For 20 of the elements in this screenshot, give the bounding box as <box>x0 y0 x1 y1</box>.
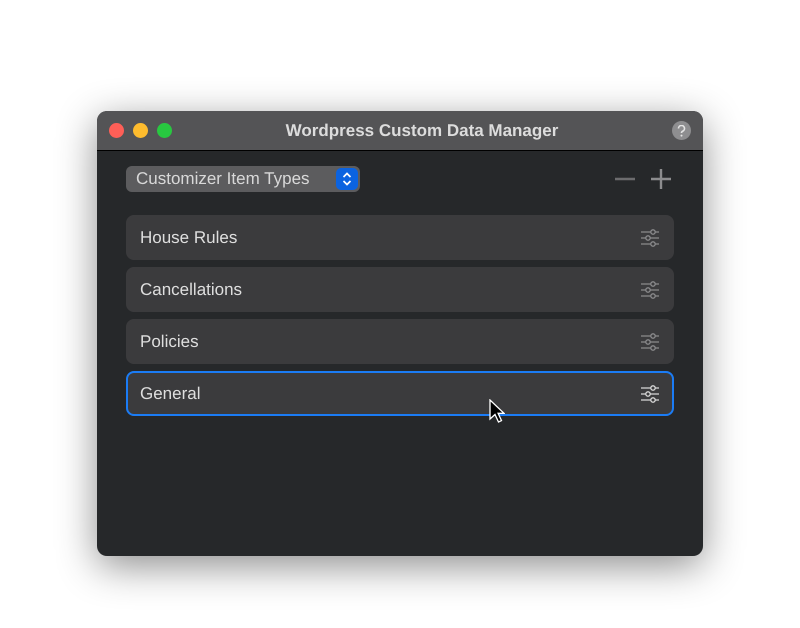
row-label: General <box>140 382 200 405</box>
row-label: House Rules <box>140 226 238 249</box>
help-icon[interactable] <box>672 121 691 140</box>
chevron-updown-icon <box>336 168 358 190</box>
row-label: Cancellations <box>140 278 242 301</box>
list-row[interactable]: Policies <box>126 319 674 364</box>
zoom-button[interactable] <box>157 123 172 138</box>
sliders-icon[interactable] <box>640 280 660 298</box>
type-popup-button[interactable]: Customizer Item Types <box>126 166 360 192</box>
plus-icon[interactable] <box>650 168 672 190</box>
sliders-icon[interactable] <box>640 384 660 402</box>
list-row[interactable]: Cancellations <box>126 267 674 312</box>
pointer-cursor-icon <box>489 399 505 423</box>
row-label: Policies <box>140 330 199 353</box>
sliders-icon[interactable] <box>640 332 660 350</box>
sliders-icon[interactable] <box>640 228 660 246</box>
minimize-button[interactable] <box>133 123 148 138</box>
close-button[interactable] <box>109 123 124 138</box>
window-title: Wordpress Custom Data Manager <box>284 120 560 142</box>
list-row[interactable]: House Rules <box>126 215 674 260</box>
